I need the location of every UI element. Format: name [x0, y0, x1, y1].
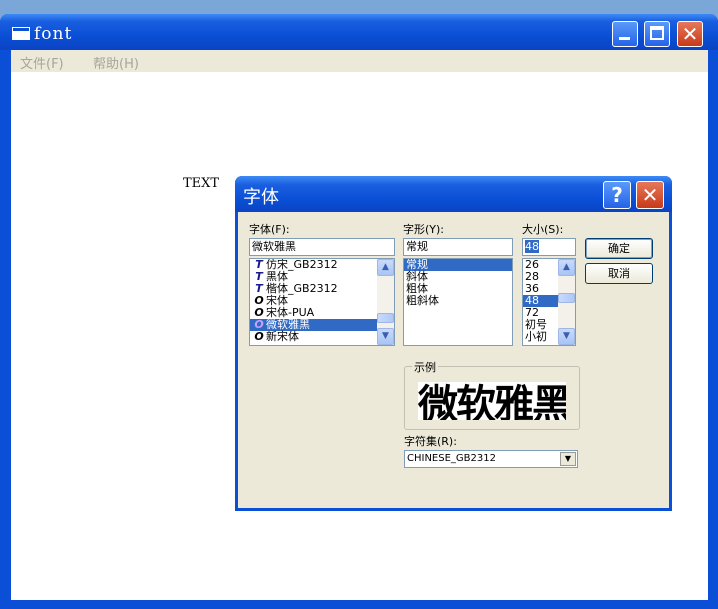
help-button[interactable]: ?: [603, 181, 631, 209]
font-size-input[interactable]: 48: [522, 238, 576, 256]
scroll-up-icon[interactable]: ▲: [558, 259, 575, 276]
list-item[interactable]: O 新宋体: [250, 331, 394, 343]
scroll-up-icon[interactable]: ▲: [377, 259, 394, 276]
cancel-button[interactable]: 取消: [585, 263, 653, 284]
minimize-icon: [619, 37, 630, 40]
opentype-font-icon: O: [254, 330, 264, 343]
close-icon: ✕: [681, 22, 699, 46]
menu-file[interactable]: 文件(F): [20, 53, 64, 72]
help-icon: ?: [611, 183, 623, 207]
size-label: 大小(S):: [522, 223, 564, 236]
dialog-title: 字体: [243, 187, 279, 208]
dialog-body: 字体(F): 微软雅黑 T 仿宋_GB2312 T 黑体 T 楷体_GB2312 O 宋体 O 宋…: [238, 212, 669, 508]
menu-bar: 文件(F) 帮助(H): [11, 50, 708, 72]
list-item[interactable]: 粗斜体: [404, 295, 512, 307]
canvas-text: TEXT: [183, 176, 220, 191]
close-icon: ✕: [641, 183, 659, 207]
scroll-down-icon[interactable]: ▼: [558, 328, 575, 345]
size-list-scrollbar[interactable]: ▲ ▼: [558, 259, 575, 345]
list-item-label: 粗斜体: [406, 294, 439, 307]
dialog-close-button[interactable]: ✕: [636, 181, 664, 209]
font-label: 字体(F):: [249, 223, 290, 236]
ok-button[interactable]: 确定: [585, 238, 653, 259]
sample-preview: 微软雅黑: [418, 382, 566, 420]
font-list[interactable]: T 仿宋_GB2312 T 黑体 T 楷体_GB2312 O 宋体 O 宋体-PUA O 微软雅黑 O 新…: [249, 258, 395, 346]
font-name-input[interactable]: 微软雅黑: [249, 238, 395, 256]
maximize-button[interactable]: [644, 21, 670, 47]
size-list[interactable]: 26 28 36 48 72 初号 小初 ▲ ▼: [522, 258, 576, 346]
size-input-value: 48: [525, 240, 539, 253]
maximize-icon: [650, 26, 664, 40]
charset-value: CHINESE_GB2312: [407, 453, 496, 464]
sample-label: 示例: [412, 359, 438, 375]
scroll-thumb[interactable]: [558, 293, 575, 303]
minimize-button[interactable]: [612, 21, 638, 47]
close-button[interactable]: ✕: [677, 21, 703, 47]
menu-help[interactable]: 帮助(H): [93, 53, 139, 72]
scroll-thumb[interactable]: [377, 313, 394, 323]
sample-text: 微软雅黑: [418, 382, 566, 420]
font-list-scrollbar[interactable]: ▲ ▼: [377, 259, 394, 345]
list-item-label: 新宋体: [266, 330, 299, 343]
font-style-input[interactable]: 常规: [403, 238, 513, 256]
scroll-down-icon[interactable]: ▼: [377, 328, 394, 345]
list-item-label: 小初: [525, 330, 547, 343]
window-title: font: [34, 24, 73, 44]
main-titlebar[interactable]: font ✕: [0, 14, 718, 50]
charset-label: 字符集(R):: [404, 435, 457, 448]
window-bottom-border: [0, 600, 718, 609]
window-app-icon[interactable]: [12, 27, 30, 40]
dialog-titlebar[interactable]: 字体 ? ✕: [235, 176, 672, 212]
font-dialog: 字体 ? ✕ 字体(F): 微软雅黑 T 仿宋_GB2312 T 黑体 T 楷体_GB23…: [235, 176, 672, 511]
style-list[interactable]: 常规 斜体 粗体 粗斜体: [403, 258, 513, 346]
chevron-down-icon[interactable]: ▼: [560, 452, 576, 466]
style-label: 字形(Y):: [403, 223, 445, 236]
charset-select[interactable]: CHINESE_GB2312 ▼: [404, 450, 578, 468]
